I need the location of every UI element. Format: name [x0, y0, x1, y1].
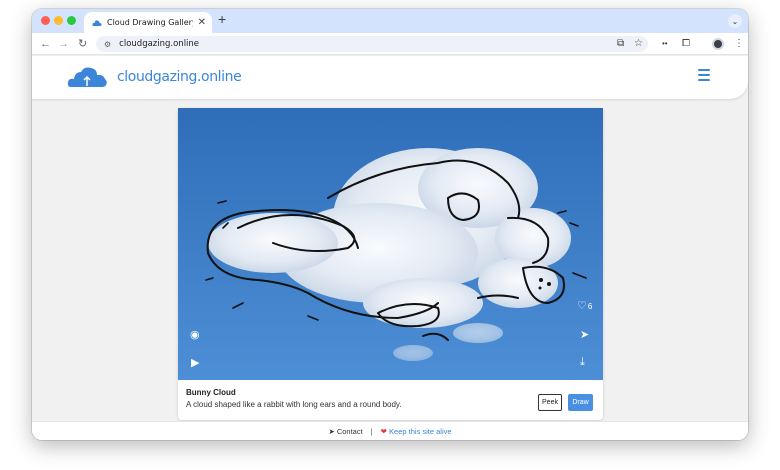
site-footer: ➤ Contact | ❤ Keep this site alive	[32, 421, 748, 440]
tab-search-icon[interactable]: ⌄	[728, 14, 742, 28]
peek-button[interactable]: Peek	[538, 394, 562, 411]
cast-icon[interactable]: ⧉	[617, 37, 624, 51]
site-settings-icon[interactable]: ⚙	[104, 40, 111, 49]
profile-avatar[interactable]	[712, 38, 724, 50]
page-content: cloudgazing.online ♡6 ◉ ➤ ▶ ⤓ Bunny Clou…	[32, 56, 748, 440]
like-button[interactable]: ♡6	[577, 301, 592, 312]
reload-icon[interactable]: ↻	[78, 36, 87, 52]
tab-title: Cloud Drawing Gallery - Crea	[107, 18, 193, 27]
tab-strip: Cloud Drawing Gallery - Crea ✕ + ⌄	[32, 9, 748, 33]
forward-arrow-icon[interactable]: →	[58, 36, 69, 52]
site-header: cloudgazing.online	[32, 56, 748, 99]
heart-icon: ❤	[380, 426, 387, 436]
address-bar[interactable]: ⚙ cloudgazing.online	[96, 36, 648, 52]
drawing-title: Bunny Cloud	[186, 388, 236, 397]
extension-dots-icon[interactable]: ••	[662, 37, 668, 51]
peek-eye-icon[interactable]: ◉	[190, 330, 200, 341]
draw-button[interactable]: Draw	[568, 394, 593, 411]
cloud-favicon-icon	[92, 19, 102, 26]
bunny-cloud-photo[interactable]	[178, 108, 603, 380]
browser-toolbar: ← → ↻ ⚙ cloudgazing.online ⧉ ☆ •• ⧠ ⋮	[32, 33, 748, 55]
kebab-menu-icon[interactable]: ⋮	[734, 37, 744, 51]
tab-close-icon[interactable]: ✕	[198, 17, 206, 28]
minimize-window-button[interactable]	[54, 16, 63, 25]
support-label: Keep this site alive	[389, 426, 452, 436]
footer-separator: |	[370, 426, 373, 436]
contact-label: Contact	[336, 426, 363, 436]
share-send-icon[interactable]: ➤	[580, 330, 589, 341]
drawing-card: ♡6 ◉ ➤ ▶ ⤓ Bunny Cloud A cloud shaped li…	[178, 108, 603, 420]
browser-window: Cloud Drawing Gallery - Crea ✕ + ⌄ ← → ↻…	[32, 9, 748, 440]
like-count: 6	[587, 302, 593, 311]
puzzle-icon[interactable]: ⧠	[682, 37, 690, 51]
drawing-description: A cloud shaped like a rabbit with long e…	[186, 400, 402, 409]
site-name[interactable]: cloudgazing.online	[117, 69, 242, 85]
close-window-button[interactable]	[41, 16, 50, 25]
zoom-window-button[interactable]	[67, 16, 76, 25]
play-icon[interactable]: ▶	[191, 358, 199, 369]
tab-active[interactable]: Cloud Drawing Gallery - Crea ✕	[84, 12, 212, 33]
heart-outline-icon: ♡	[577, 300, 587, 312]
download-icon[interactable]: ⤓	[580, 357, 585, 368]
hamburger-menu-icon[interactable]	[698, 69, 710, 84]
back-arrow-icon[interactable]: ←	[40, 36, 51, 52]
new-tab-button[interactable]: +	[218, 12, 226, 26]
support-link[interactable]: ❤ Keep this site alive	[381, 427, 452, 436]
cloud-logo-icon[interactable]	[67, 66, 109, 88]
url-text: cloudgazing.online	[119, 39, 200, 49]
bookmark-star-icon[interactable]: ☆	[634, 37, 643, 51]
contact-link[interactable]: ➤ Contact	[328, 427, 362, 436]
